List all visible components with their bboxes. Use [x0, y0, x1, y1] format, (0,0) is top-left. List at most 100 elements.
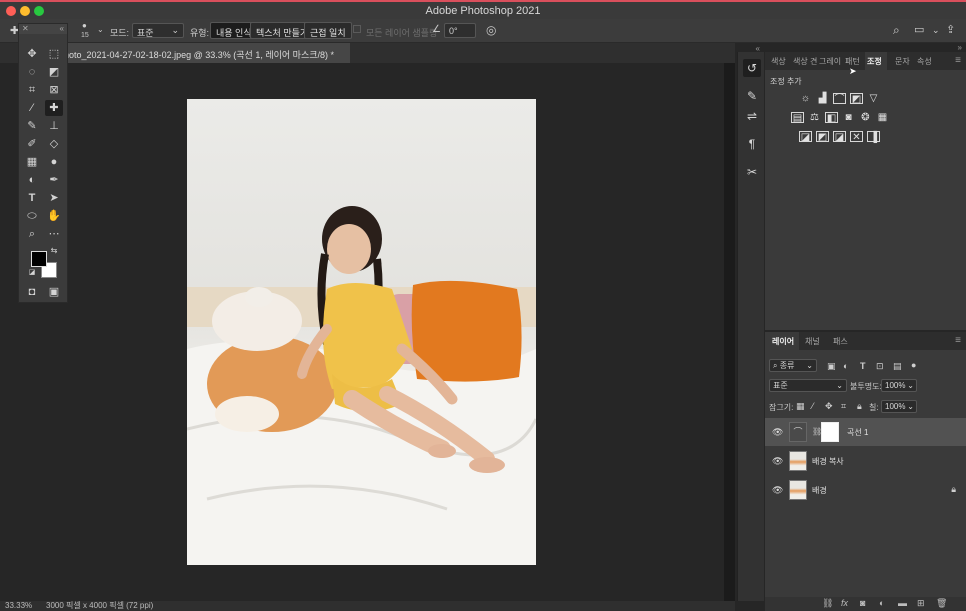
layer-name[interactable]: 배경 복사 [812, 456, 844, 467]
eraser-tool-icon[interactable]: ◇ [45, 136, 63, 152]
share-icon[interactable]: ⇪ [946, 23, 955, 36]
screen-mode-icon[interactable]: ▣ [45, 284, 63, 300]
lock-image-icon[interactable]: ⁄ [812, 401, 814, 411]
layers-panel-menu-icon[interactable]: ≡ [955, 335, 961, 346]
color-lookup-icon[interactable]: ▦ [876, 112, 889, 123]
lock-all-icon[interactable]: 🔒︎ [857, 401, 862, 412]
exposure-icon[interactable]: ◩ [850, 93, 863, 105]
color-balance-icon[interactable]: ⚖ [808, 112, 821, 123]
mode-select[interactable]: 표준 ⌄ [132, 23, 184, 38]
tab-properties[interactable]: 속성 [917, 56, 932, 67]
lasso-tool-icon[interactable]: ◌ [23, 64, 41, 80]
threshold-icon[interactable]: ◪ [833, 131, 846, 143]
tab-swatches[interactable]: 색상 견 [793, 56, 817, 67]
blur-tool-icon[interactable]: ● [45, 154, 63, 170]
brush-settings-icon[interactable]: ✎ [743, 87, 761, 105]
strip-collapse-icon[interactable]: « [756, 44, 760, 53]
gradient-tool-icon[interactable]: ▦ [23, 154, 41, 170]
layer-name[interactable]: 곡선 1 [847, 427, 868, 438]
canvas-vertical-scrollbar[interactable] [724, 63, 735, 601]
brush-preset-icon[interactable]: ● [82, 21, 87, 30]
workspace-chevron-icon[interactable]: ⌄ [932, 25, 940, 36]
path-selection-tool-icon[interactable]: ➤ [45, 190, 63, 206]
filter-pixel-icon[interactable]: ▣ [827, 361, 836, 372]
sample-all-layers-checkbox[interactable] [353, 25, 361, 33]
gradient-map-icon[interactable]: ▐ [867, 131, 880, 143]
more-tools-icon[interactable]: ⋯ [45, 226, 63, 242]
document-image[interactable] [187, 99, 536, 565]
type-proximity-match-button[interactable]: 근접 일치 [304, 22, 352, 39]
tab-character[interactable]: 문자 [895, 56, 910, 67]
search-icon[interactable]: ⌕ [893, 23, 900, 38]
delete-layer-icon[interactable]: 🗑︎ [936, 598, 947, 609]
document-tab[interactable]: ✕ hoto_2021-04-27-02-18-02.jpeg @ 33.3% … [40, 43, 350, 63]
angle-field[interactable]: 0° [444, 23, 476, 38]
photo-filter-icon[interactable]: ◙ [842, 112, 855, 123]
layer-row-curves[interactable]: 👁︎ ⌒ ⛓ 곡선 1 [765, 418, 966, 446]
new-adjustment-layer-icon[interactable]: ◐ [879, 598, 884, 608]
invert-icon[interactable]: ◪ [799, 131, 812, 143]
brush-dropdown-chevron-icon[interactable]: ⌄ [97, 25, 104, 34]
tools-close-icon[interactable]: ✕ [22, 24, 29, 33]
filter-shape-icon[interactable]: ⊡ [876, 361, 884, 372]
foreground-color-swatch[interactable] [31, 251, 47, 267]
lock-transparent-icon[interactable]: ▦ [796, 401, 805, 412]
frame-tool-icon[interactable]: ⊠ [45, 82, 63, 98]
object-selection-tool-icon[interactable]: ◩ [45, 64, 63, 80]
type-tool-icon[interactable]: T [23, 190, 41, 206]
visibility-eye-icon[interactable]: 👁︎ [772, 485, 783, 496]
visibility-eye-icon[interactable]: 👁︎ [772, 456, 783, 467]
eyedropper-tool-icon[interactable]: ⁄ [23, 100, 41, 116]
blend-mode-select[interactable]: 표준 ⌄ [769, 379, 847, 392]
opacity-field[interactable]: 100% ⌄ [881, 379, 917, 392]
pen-tool-icon[interactable]: ✒ [45, 172, 63, 188]
tools-collapse-icon[interactable]: « [60, 24, 64, 34]
filter-smart-object-icon[interactable]: ▤ [893, 361, 902, 372]
history-brush-tool-icon[interactable]: ✐ [23, 136, 41, 152]
tab-layers[interactable]: 레이어 [772, 336, 794, 347]
history-panel-icon[interactable]: ↺ [743, 59, 761, 77]
curves-icon[interactable]: ⌒ [833, 93, 846, 105]
levels-icon[interactable]: ▟ [816, 93, 829, 104]
adjustments-panel-menu-icon[interactable]: ≡ [955, 55, 961, 66]
tab-adjustments[interactable]: 조정 [867, 56, 882, 67]
filter-toggle-icon[interactable]: ● [911, 360, 916, 370]
brightness-contrast-icon[interactable]: ☼ [799, 93, 812, 104]
paragraph-icon[interactable]: ¶ [743, 135, 761, 153]
selective-color-icon[interactable]: ✕ [850, 131, 863, 143]
hand-tool-icon[interactable]: ✋ [45, 208, 63, 224]
filter-adjustment-icon[interactable]: ◐ [843, 361, 848, 371]
clone-stamp-tool-icon[interactable]: ⊥ [45, 118, 63, 134]
new-group-icon[interactable]: ▬ [898, 598, 907, 608]
swap-colors-icon[interactable]: ⇆ [49, 246, 59, 256]
zoom-level[interactable]: 33.33% [5, 601, 32, 611]
move-tool-icon[interactable]: ✥ [23, 46, 41, 62]
tab-gradients[interactable]: 그레이 [819, 56, 841, 67]
healing-brush-tool-icon[interactable]: ✚ [45, 100, 63, 116]
lock-artboard-icon[interactable]: ⌗ [841, 401, 846, 412]
tab-color[interactable]: 색상 [771, 56, 786, 67]
pressure-size-icon[interactable]: ◎ [486, 23, 496, 37]
marquee-tool-icon[interactable]: ⬚ [45, 46, 63, 62]
lock-position-icon[interactable]: ✥ [825, 401, 833, 412]
brush-tool-icon[interactable]: ✎ [23, 118, 41, 134]
visibility-eye-icon[interactable]: 👁︎ [772, 427, 783, 438]
tab-paths[interactable]: 패스 [833, 336, 848, 347]
black-white-icon[interactable]: ◧ [825, 112, 838, 124]
layer-row-background[interactable]: 👁︎ 배경 🔒︎ [765, 476, 966, 504]
add-mask-icon[interactable]: ◙ [860, 598, 865, 608]
crop-tool-icon[interactable]: ⌗ [23, 82, 41, 98]
vibrance-icon[interactable]: ▽ [867, 93, 880, 104]
workspace-icon[interactable]: ▭ [914, 23, 924, 36]
link-layers-icon[interactable]: ⛓ [822, 598, 833, 609]
posterize-icon[interactable]: ◩ [816, 131, 829, 143]
fill-field[interactable]: 100% ⌄ [881, 400, 917, 413]
layer-filter-select[interactable]: ⌕ 종류 ⌄ [769, 359, 817, 372]
tool-presets-icon[interactable]: ✂ [743, 163, 761, 181]
document-info[interactable]: 3000 픽셀 x 4000 픽셀 (72 ppi) [46, 601, 153, 611]
tools-panel-header[interactable]: ✕ « [19, 24, 67, 34]
default-colors-icon[interactable]: ◪ [27, 268, 37, 278]
zoom-tool-icon[interactable]: ⌕ [23, 226, 41, 242]
new-layer-icon[interactable]: ⊞ [917, 598, 925, 609]
layer-row-background-copy[interactable]: 👁︎ 배경 복사 [765, 447, 966, 475]
